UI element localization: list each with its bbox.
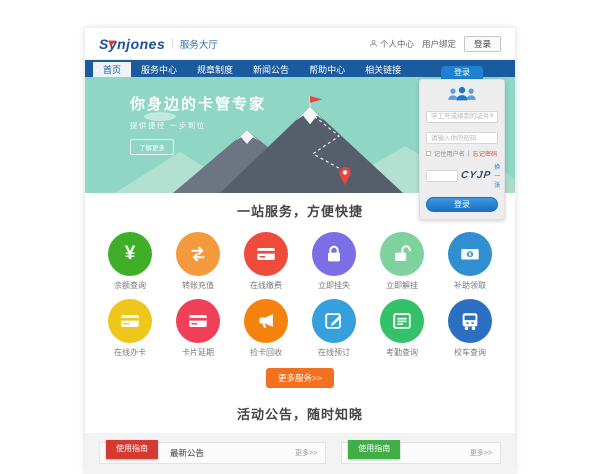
- captcha-row: CYJP 换一张: [426, 162, 498, 189]
- service-item[interactable]: ¥ 余额查询: [96, 232, 164, 291]
- service-item[interactable]: 捡卡回收: [232, 299, 300, 358]
- login-panel: 登录 记住用户名 | 忘记密码 CYJP 换一张: [419, 66, 505, 220]
- service-label: 考勤查询: [368, 347, 436, 358]
- bank-card-icon[interactable]: [176, 299, 220, 343]
- users-icon: [446, 86, 478, 101]
- service-item[interactable]: 立即解挂: [368, 232, 436, 291]
- bus-icon[interactable]: [448, 299, 492, 343]
- service-label: 余额查询: [96, 280, 164, 291]
- service-item[interactable]: 在线预订: [300, 299, 368, 358]
- service-item[interactable]: 在线办卡: [96, 299, 164, 358]
- service-label: 立即解挂: [368, 280, 436, 291]
- service-item[interactable]: 立即挂失: [300, 232, 368, 291]
- login-tab[interactable]: 登录: [441, 66, 483, 79]
- service-label: 转账充值: [164, 280, 232, 291]
- service-item[interactable]: 校车查询: [436, 299, 504, 358]
- remember-label: 记住用户名: [434, 149, 465, 158]
- forgot-password-link[interactable]: 忘记密码: [473, 149, 498, 158]
- megaphone-icon[interactable]: [244, 299, 288, 343]
- bank-card-icon[interactable]: [108, 299, 152, 343]
- edit-icon[interactable]: [312, 299, 356, 343]
- announcements-heading: 活动公告，随时知晓: [85, 404, 515, 423]
- hero-cta-button[interactable]: 了解更多: [130, 139, 174, 155]
- service-label: 在线办卡: [96, 347, 164, 358]
- service-item[interactable]: 在线缴费: [232, 232, 300, 291]
- login-card: 记住用户名 | 忘记密码 CYJP 换一张 登录: [419, 79, 505, 220]
- header-login-button[interactable]: 登录: [464, 36, 501, 52]
- login-submit-button[interactable]: 登录: [426, 197, 498, 212]
- user-binding-link[interactable]: 用户绑定: [422, 38, 456, 50]
- captcha-refresh-link[interactable]: 换一张: [494, 162, 500, 189]
- remember-checkbox[interactable]: [426, 151, 431, 156]
- divider-text: |: [468, 150, 470, 157]
- service-label: 校车查询: [436, 347, 504, 358]
- logo-divider: |: [171, 38, 174, 49]
- user-area: 个人中心 用户绑定 登录: [369, 36, 501, 52]
- remember-row: 记住用户名 | 忘记密码: [426, 149, 498, 158]
- latest-announcements-tab[interactable]: 最新公告: [170, 447, 204, 459]
- announcements-section: 活动公告，随时知晓 使用指南 最新公告 更多>> 使用指南 更多>>: [85, 402, 515, 474]
- announcements-strip: 使用指南 最新公告 更多>> 使用指南 更多>>: [85, 433, 515, 474]
- service-item[interactable]: 卡片延期: [164, 299, 232, 358]
- personal-center-link[interactable]: 个人中心: [369, 38, 414, 50]
- password-input[interactable]: [426, 132, 498, 144]
- banknote-icon[interactable]: ¥: [448, 232, 492, 276]
- person-icon: [369, 39, 378, 48]
- service-grid: ¥ 余额查询转账充值在线缴费立即挂失立即解挂 ¥ 补助领取在线办卡卡片延期捡卡回收在线…: [96, 232, 504, 358]
- unlock-icon[interactable]: [380, 232, 424, 276]
- service-label: 卡片延期: [164, 347, 232, 358]
- services-section: 一站服务，方便快捷 ¥余额查询转账充值在线缴费立即挂失立即解挂¥补助领取在线办卡…: [85, 193, 515, 402]
- top-header: Synjones | 服务大厅 个人中心 用户绑定 登录: [85, 28, 515, 60]
- list-icon[interactable]: [380, 299, 424, 343]
- service-item[interactable]: ¥ 补助领取: [436, 232, 504, 291]
- site-container: Synjones | 服务大厅 个人中心 用户绑定 登录 首页服务中心规章制度新…: [85, 28, 515, 474]
- logo-area: Synjones | 服务大厅: [99, 36, 218, 52]
- hero-banner: 你身边的卡管专家 提供捷径 一步到位 了解更多 登录 记住用户名 | 忘记密码: [85, 77, 515, 193]
- service-label: 在线缴费: [232, 280, 300, 291]
- service-item[interactable]: 转账充值: [164, 232, 232, 291]
- usage-guide-ribbon-tab[interactable]: 使用指南: [106, 440, 158, 459]
- bank-card-icon[interactable]: [244, 232, 288, 276]
- more-services-button[interactable]: 更多服务>>: [266, 368, 334, 388]
- captcha-input[interactable]: [426, 170, 458, 182]
- guide-panel: 使用指南 更多>>: [341, 442, 501, 464]
- announcements-panel: 使用指南 最新公告 更多>>: [99, 442, 326, 464]
- service-label: 捡卡回收: [232, 347, 300, 358]
- service-label: 立即挂失: [300, 280, 368, 291]
- hero-subtitle: 提供捷径 一步到位: [130, 120, 266, 131]
- captcha-image: CYJP: [460, 170, 492, 181]
- service-label: 补助领取: [436, 280, 504, 291]
- service-label: 在线预订: [300, 347, 368, 358]
- service-item[interactable]: 考勤查询: [368, 299, 436, 358]
- lock-icon[interactable]: [312, 232, 356, 276]
- transfer-arrows-icon[interactable]: [176, 232, 220, 276]
- usage-guide-ribbon-tab-2[interactable]: 使用指南: [348, 440, 400, 459]
- hero-title: 你身边的卡管专家: [130, 93, 266, 114]
- account-input[interactable]: [426, 111, 498, 123]
- more-services-wrap: 更多服务>>: [85, 368, 515, 388]
- yen-icon[interactable]: ¥: [108, 232, 152, 276]
- hero-text: 你身边的卡管专家 提供捷径 一步到位 了解更多: [130, 93, 266, 155]
- site-name: 服务大厅: [180, 37, 218, 51]
- synjones-logo: Synjones: [99, 36, 165, 52]
